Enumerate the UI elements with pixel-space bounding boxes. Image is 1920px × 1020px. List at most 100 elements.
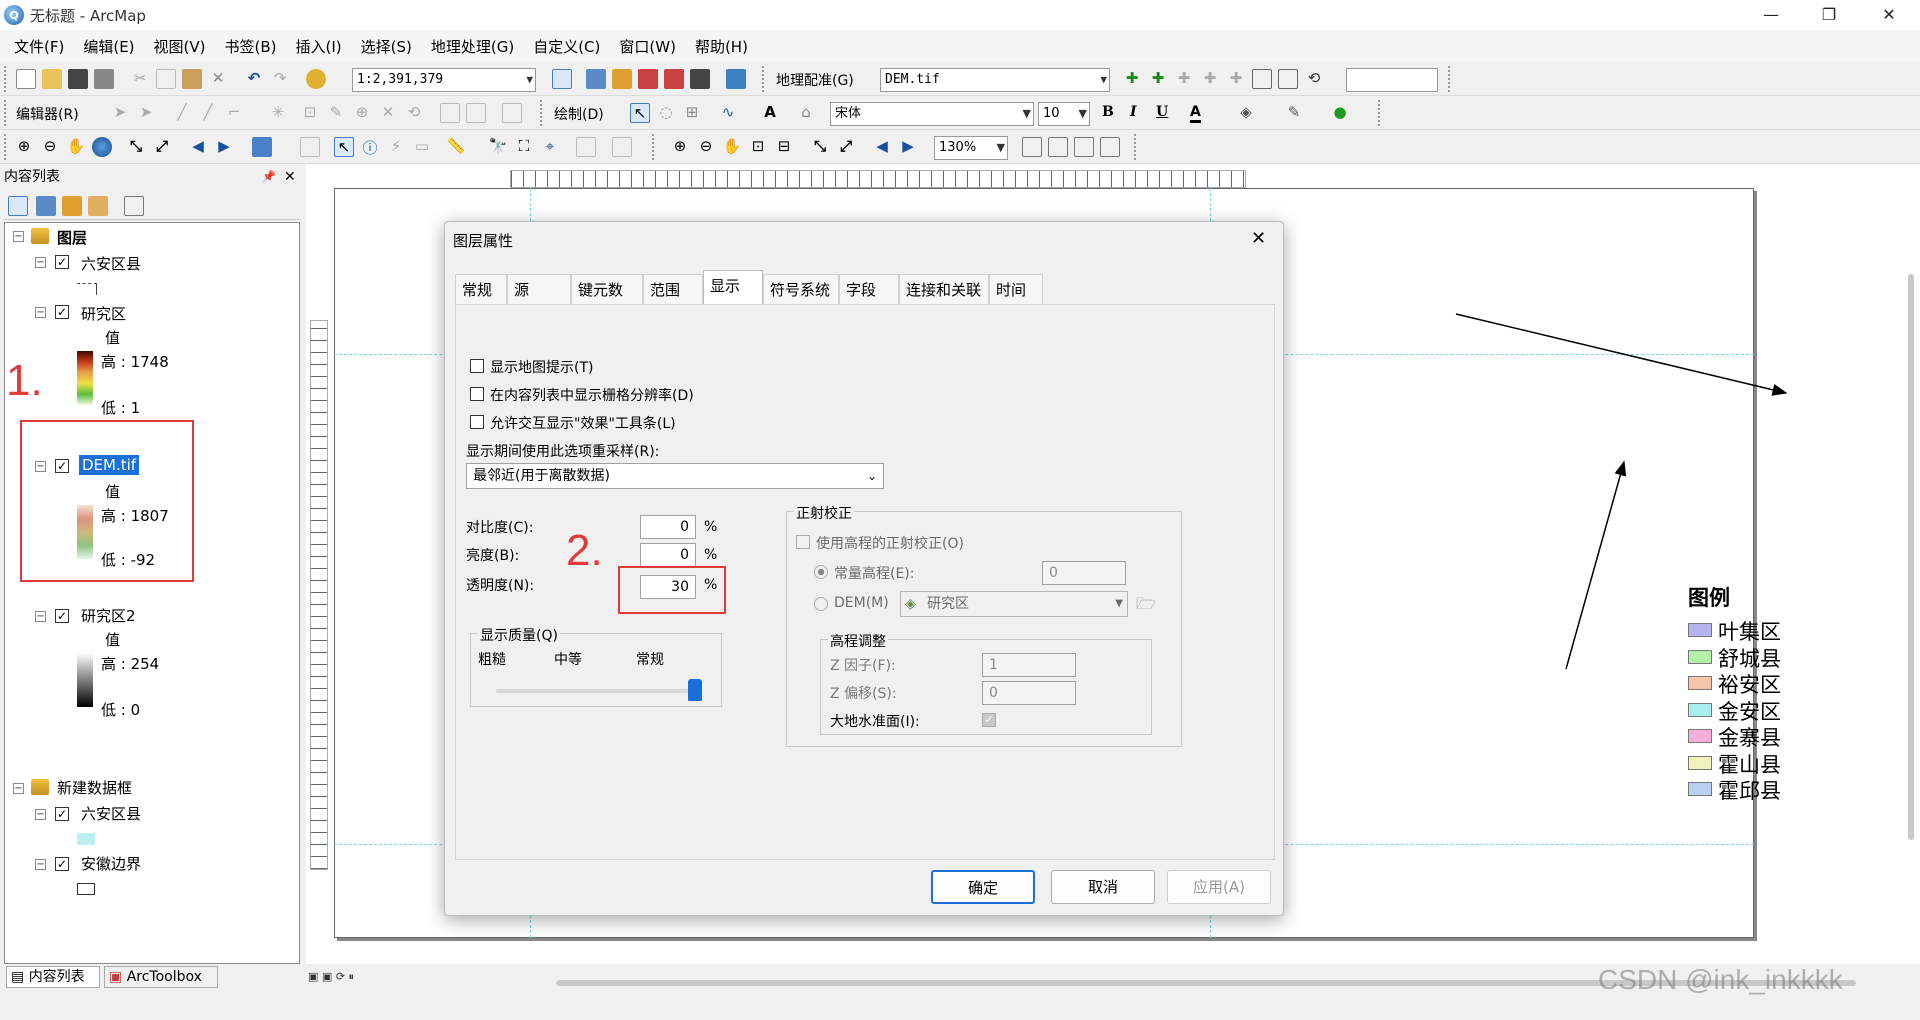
clear-selection-icon[interactable]	[300, 137, 320, 157]
ok-button[interactable]: 确定	[931, 870, 1035, 904]
hyperlink-icon[interactable]: ⚡	[386, 137, 406, 157]
color-ramp[interactable]	[77, 653, 93, 707]
collapse-icon[interactable]: −	[35, 859, 46, 870]
tab-extent[interactable]: 范围	[643, 274, 703, 304]
save-icon[interactable]	[68, 69, 88, 89]
focus-data-frame-icon[interactable]	[1048, 137, 1068, 157]
rotate-element-icon[interactable]: ◌	[656, 103, 676, 123]
toc-options-icon[interactable]	[124, 196, 144, 216]
cancel-button[interactable]: 取消	[1051, 870, 1155, 904]
tab-time[interactable]: 时间	[989, 274, 1043, 304]
quality-slider-thumb[interactable]	[688, 679, 702, 701]
refresh-icon[interactable]: ⟳	[336, 970, 345, 983]
layout-zoom-dropdown[interactable]: 130% ▼	[934, 136, 1008, 160]
zoom-whole-page-icon[interactable]: ⊡	[748, 137, 768, 157]
tab-key-metadata[interactable]: 键元数据	[571, 274, 643, 329]
tab-toc[interactable]: ▤ 内容列表	[6, 966, 100, 988]
identify-icon[interactable]: ⓘ	[360, 137, 380, 157]
undo-icon[interactable]: ↶	[244, 69, 264, 89]
map-scale-dropdown[interactable]: 1:2,391,379 ▼	[352, 68, 536, 92]
drawing-menu[interactable]: 绘制(D)	[554, 104, 604, 124]
underline-button[interactable]: U	[1156, 104, 1168, 120]
show-resolution-checkbox[interactable]	[470, 387, 484, 401]
measure-icon[interactable]: 📏	[446, 137, 466, 157]
paste-icon[interactable]	[182, 69, 202, 89]
cut-icon[interactable]: ✂	[130, 69, 150, 89]
add-control-points-icon[interactable]: ✚	[1122, 69, 1142, 89]
georef-layer-dropdown[interactable]: DEM.tif ▼	[880, 68, 1110, 92]
trace-icon[interactable]: ⌐	[224, 103, 244, 123]
menu-insert[interactable]: 插入(I)	[296, 36, 342, 57]
layout-back-icon[interactable]: ◀	[872, 137, 892, 157]
tab-general[interactable]: 常规	[455, 274, 507, 304]
pin-icon[interactable]: 📌	[262, 164, 276, 190]
dialog-close-button[interactable]: ✕	[1251, 228, 1266, 249]
collapse-icon[interactable]: −	[13, 231, 24, 242]
straight-segment-icon[interactable]: ╱	[172, 103, 192, 123]
layout-fixed-zoom-in-icon[interactable]: ⤡	[810, 137, 830, 157]
layout-fixed-zoom-out-icon[interactable]: ⤢	[836, 137, 856, 157]
table-of-contents-icon[interactable]	[586, 69, 606, 89]
menu-bookmarks[interactable]: 书签(B)	[225, 36, 277, 57]
marker-color-icon[interactable]: ●	[1330, 103, 1350, 123]
close-window-button[interactable]: ✕	[1866, 0, 1912, 30]
open-folder-icon[interactable]	[42, 69, 62, 89]
tab-symbology[interactable]: 符号系统	[763, 274, 839, 304]
bold-button[interactable]: B	[1102, 104, 1114, 120]
dem-dropdown[interactable]: ◈ 研究区 ▼	[900, 591, 1128, 617]
zoom-to-elements-icon[interactable]: ⊞	[682, 103, 702, 123]
go-to-xy-icon[interactable]: ⌖	[540, 137, 560, 157]
tab-source[interactable]: 源	[507, 274, 571, 304]
maximize-button[interactable]: ❐	[1806, 0, 1852, 30]
line-color-icon[interactable]: ✎	[1284, 103, 1304, 123]
find-route-icon[interactable]: ⛶	[514, 137, 534, 157]
select-elements-icon[interactable]: ↖	[630, 103, 650, 123]
menu-edit[interactable]: 编辑(E)	[83, 36, 134, 57]
toolbar-grip[interactable]	[652, 134, 655, 160]
zoom-out-icon[interactable]: ⊖	[40, 137, 60, 157]
editor-menu[interactable]: 编辑器(R)	[16, 104, 79, 124]
end-point-arc-icon[interactable]: ╱	[198, 103, 218, 123]
constant-elevation-radio[interactable]	[814, 565, 828, 579]
arctoolbox-icon[interactable]	[664, 69, 684, 89]
layout-zoom-out-icon[interactable]: ⊖	[696, 137, 716, 157]
select-link-icon[interactable]: ✚	[1148, 69, 1168, 89]
layer-visibility-checkbox[interactable]: ✓	[55, 857, 69, 871]
viewer-icon[interactable]: ✚	[1226, 69, 1246, 89]
use-elevation-checkbox[interactable]	[796, 535, 810, 549]
layout-pan-icon[interactable]: ✋	[722, 137, 742, 157]
create-viewer-icon[interactable]	[612, 137, 632, 157]
split-icon[interactable]: ✕	[378, 103, 398, 123]
color-ramp[interactable]	[77, 351, 93, 405]
go-back-icon[interactable]: ◀	[188, 137, 208, 157]
font-size-dropdown[interactable]: 10 ▼	[1038, 102, 1090, 126]
dem-radio[interactable]	[814, 597, 828, 611]
list-by-drawing-order-icon[interactable]	[8, 196, 28, 216]
collapse-icon[interactable]: −	[35, 257, 46, 268]
layout-view-icon[interactable]: ▣	[322, 970, 332, 983]
reshape-icon[interactable]: ✎	[326, 103, 346, 123]
data-frame-layers[interactable]: 图层	[57, 227, 87, 248]
python-window-icon[interactable]	[690, 69, 710, 89]
rotate-feature-icon[interactable]: ⟲	[404, 103, 424, 123]
text-tool-icon[interactable]: A	[760, 103, 780, 123]
toolbar-grip[interactable]	[762, 66, 765, 92]
view-link-table-icon[interactable]	[1252, 69, 1272, 89]
layer-visibility-checkbox[interactable]: ✓	[55, 807, 69, 821]
point-icon[interactable]: ✳	[268, 103, 288, 123]
go-forward-icon[interactable]: ▶	[214, 137, 234, 157]
zoom-100-icon[interactable]: ⊟	[774, 137, 794, 157]
menu-customize[interactable]: 自定义(C)	[533, 36, 600, 57]
minimize-button[interactable]: —	[1748, 0, 1794, 30]
tab-display[interactable]: 显示	[703, 270, 763, 304]
zoom-in-icon[interactable]: ⊕	[14, 137, 34, 157]
browse-folder-icon[interactable]: 🗁	[1136, 593, 1156, 620]
html-popup-icon[interactable]: ▭	[412, 137, 432, 157]
list-by-selection-icon[interactable]	[88, 196, 108, 216]
allow-effects-checkbox[interactable]	[470, 415, 484, 429]
edit-vertices-icon[interactable]: ⊡	[300, 103, 320, 123]
model-builder-icon[interactable]	[726, 69, 746, 89]
select-features-icon[interactable]	[252, 137, 272, 157]
georef-input[interactable]	[1346, 68, 1438, 92]
quality-slider-track[interactable]	[496, 689, 696, 693]
